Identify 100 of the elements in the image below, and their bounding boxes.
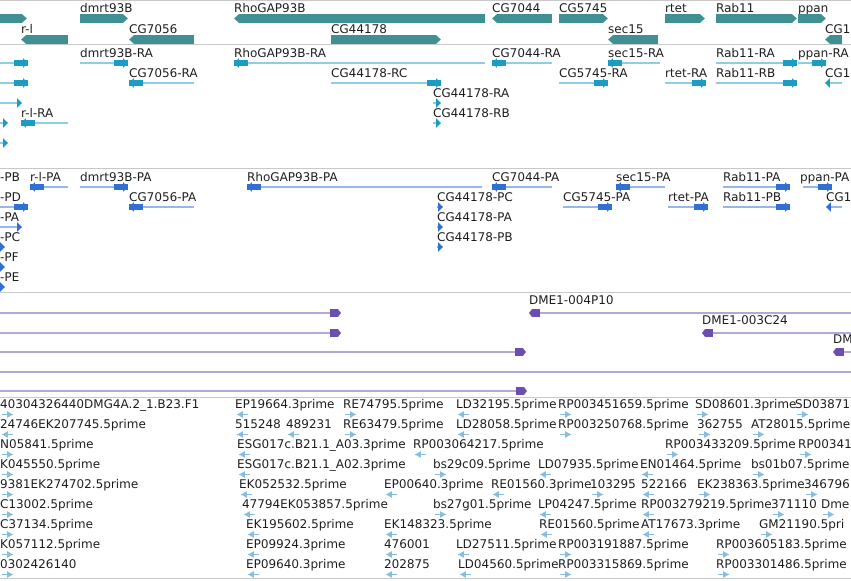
feature-label: 0302426140: [0, 558, 76, 571]
feature-label: 47794EK053857.5prime: [242, 498, 388, 511]
feature-label: K045550.5prime: [0, 458, 100, 471]
feature-label: sec15-RA: [608, 47, 664, 60]
feature-label: N05841.5prime: [0, 438, 94, 451]
feature-label: rtet-RA: [665, 67, 708, 80]
feature-label: RP003301486.5prime: [716, 558, 847, 571]
feature-label: -PC: [0, 231, 20, 244]
feature-label: rtet: [665, 2, 687, 15]
feature-label: CG5745-PA: [563, 191, 630, 204]
feature-label: 103295: [590, 478, 636, 491]
feature-label: sec15: [608, 23, 644, 36]
feature-label: EK148323.5prime: [384, 518, 492, 531]
feature-label: CG7044-PA: [492, 171, 560, 184]
feature-label: DME1-003C24: [702, 314, 788, 326]
feature-label: LD04560.5prime: [458, 558, 559, 571]
feature-label: EK195602.5prime: [246, 518, 354, 531]
feature-label: RP00341: [798, 438, 851, 451]
feature-label: 202875: [384, 558, 430, 571]
feature-label: CG7044-RA: [492, 47, 561, 60]
feature-label: DME1-004P10: [529, 294, 614, 307]
feature-label: -PD: [0, 191, 21, 204]
feature-label: AT28015.5prime: [751, 418, 850, 431]
feature-label: LD27511.5prime: [456, 538, 557, 551]
feature-label: Rab11-PB: [723, 191, 782, 204]
feature-label: RE01560.5prime: [539, 518, 640, 531]
feature-label: Rab11: [716, 2, 754, 15]
feature-label: 24746EK207745.5prime: [0, 418, 146, 431]
feature-label: RP003250768.5prime: [558, 418, 689, 431]
feature-label: -PF: [0, 251, 18, 264]
feature-label: CG44178-RC: [331, 67, 408, 80]
feature-label: RE01560.3prime: [491, 478, 592, 491]
feature-label: K057112.5prime: [0, 538, 100, 551]
feature-label: 476001: [384, 538, 430, 551]
feature-label: CG44178: [331, 23, 387, 36]
feature-label: sec15-PA: [616, 171, 671, 184]
feature-label: CG7056-PA: [129, 191, 196, 204]
feature-label: RP003605183.5prime: [716, 538, 847, 551]
feature-label: RP003433209.5prime: [665, 438, 796, 451]
feature-label: 371110: [771, 498, 817, 511]
feature-label: CG44178-RA: [433, 87, 510, 100]
feature-label: CG44178-PB: [437, 231, 513, 244]
feature-label: RhoGAP93B-RA: [234, 47, 326, 60]
feature-label: RP003279219.5prime: [641, 498, 772, 511]
feature-label: 515248: [235, 418, 281, 431]
feature-label: C37134.5prime: [0, 518, 93, 531]
feature-label: SD08601.3prime: [695, 398, 796, 411]
feature-label: RP003064217.5prime: [413, 438, 544, 451]
feature-label: EP19664.3prime: [235, 398, 334, 411]
feature-label: ppan-RA: [798, 47, 849, 60]
feature-label: RhoGAP93B-PA: [247, 171, 338, 184]
feature-label: 522166: [641, 478, 687, 491]
feature-label: Rab11-PA: [723, 171, 780, 184]
feature-label: 40304326440DMG4A.2_1.B23.F1: [0, 398, 200, 411]
feature-label: LD28058.5prime: [456, 418, 557, 431]
feature-label: C13002.5prime: [0, 498, 93, 511]
feature-label: -PE: [0, 271, 20, 284]
feature-label: CG44178-RB: [433, 107, 510, 120]
feature-label: ppan: [798, 2, 828, 15]
feature-label: LP04247.5prime: [538, 498, 637, 511]
feature-label: r-l: [21, 23, 33, 36]
feature-label: RE63479.5prime: [343, 418, 444, 431]
feature-label: Rab11-RB: [716, 67, 776, 80]
feature-label: r-l-PA: [30, 171, 61, 184]
feature-label: dmrt93B: [80, 2, 132, 15]
feature-label: r-l-RA: [21, 107, 54, 120]
feature-label: AT17673.3prime: [641, 518, 740, 531]
feature-label: DM: [833, 333, 851, 346]
feature-label: ESG017c.B21.1_A02.3prime: [237, 458, 406, 471]
feature-label: Dme: [821, 498, 850, 511]
feature-label: bs27g01.5prime: [433, 498, 532, 511]
feature-label: ppan-PA: [800, 171, 850, 184]
feature-label: dmrt93B-RA: [80, 47, 153, 60]
feature-label: EK238363.5prime: [697, 478, 805, 491]
feature-label: 362755: [697, 418, 743, 431]
feature-label: EP09640.3prime: [246, 558, 346, 571]
feature-label: EP09924.3prime: [246, 538, 346, 551]
feature-label: EP00640.3prime: [384, 478, 484, 491]
feature-label: Rab11-RA: [716, 47, 775, 60]
feature-label: EK052532.5prime: [239, 478, 347, 491]
feature-label: -PA: [0, 211, 20, 224]
feature-label: -PB: [0, 171, 20, 184]
feature-label: SD03871: [795, 398, 850, 411]
feature-label: CG44178-PA: [437, 211, 512, 224]
feature-label: 489231: [286, 418, 332, 431]
feature-label: EN01464.5prime: [640, 458, 742, 471]
feature-label: CG44178-PC: [437, 191, 513, 204]
feature-label: CG1: [825, 23, 850, 36]
feature-label: LD07935.5prime: [538, 458, 639, 471]
feature-label: GM21190.5pri: [759, 518, 844, 531]
feature-label: CG5745: [559, 2, 608, 15]
feature-label: RP003315869.5prime: [558, 558, 689, 571]
feature-label: bs29c09.5prime: [433, 458, 530, 471]
feature-label: CG5745-RA: [559, 67, 628, 80]
feature-label: RP003191887.5prime: [558, 538, 689, 551]
feature-label: ESG017c.B21.1_A03.3prime: [237, 438, 406, 451]
feature-label: CG7056: [129, 23, 178, 36]
feature-label: 9381EK274702.5prime: [0, 478, 138, 491]
feature-label: dmrt93B-PA: [80, 171, 152, 184]
feature-label: CG1: [825, 67, 850, 80]
